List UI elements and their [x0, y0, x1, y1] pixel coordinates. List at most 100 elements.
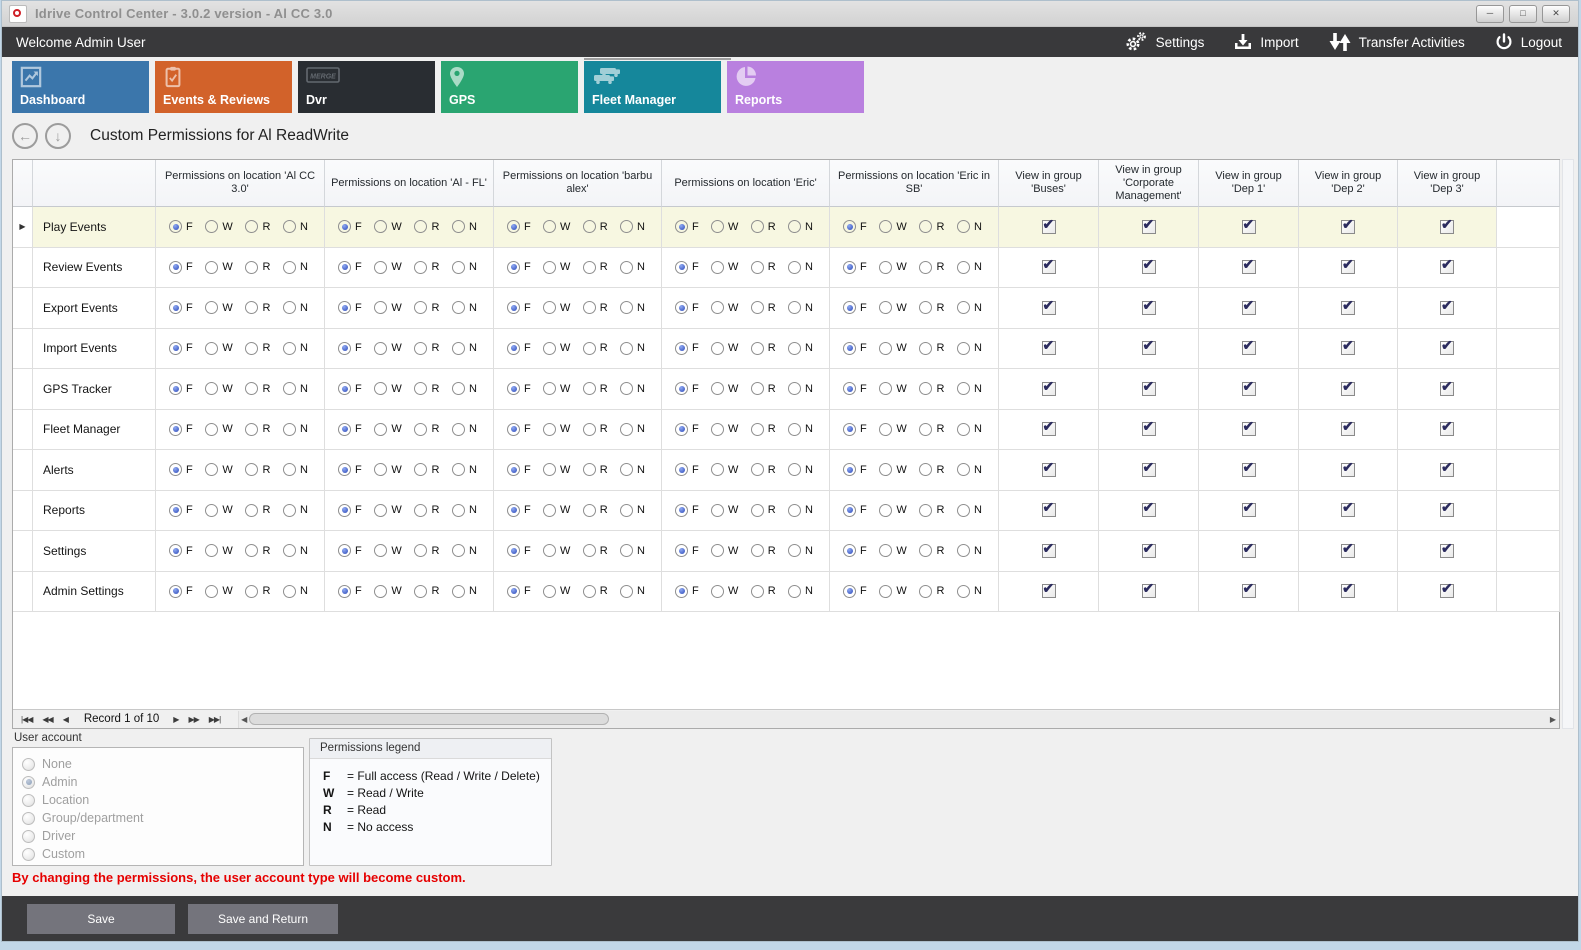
radio-unselected-icon[interactable]: [22, 758, 35, 771]
radio-unselected-icon[interactable]: [245, 220, 258, 233]
radio-option-w[interactable]: W: [543, 585, 570, 598]
radio-unselected-icon[interactable]: [245, 382, 258, 395]
radio-option-w[interactable]: W: [711, 463, 738, 476]
radio-unselected-icon[interactable]: [919, 382, 932, 395]
radio-unselected-icon[interactable]: [452, 261, 465, 274]
radio-unselected-icon[interactable]: [620, 220, 633, 233]
radio-option-r[interactable]: R: [751, 220, 776, 233]
radio-option-n[interactable]: N: [283, 423, 308, 436]
radio-unselected-icon[interactable]: [957, 220, 970, 233]
radio-option-r[interactable]: R: [919, 423, 944, 436]
radio-unselected-icon[interactable]: [620, 423, 633, 436]
tab-dashboard[interactable]: Dashboard: [12, 61, 149, 113]
radio-unselected-icon[interactable]: [414, 504, 427, 517]
radio-option-r[interactable]: R: [919, 504, 944, 517]
group-checkbox[interactable]: [1341, 220, 1355, 234]
user-account-option-location[interactable]: Location: [22, 791, 303, 809]
radio-option-f[interactable]: F: [507, 261, 531, 274]
toolbar-action-settings[interactable]: Settings: [1124, 31, 1205, 53]
radio-option-w[interactable]: W: [879, 261, 906, 274]
tab-gps[interactable]: GPS: [441, 61, 578, 113]
radio-unselected-icon[interactable]: [879, 544, 892, 557]
radio-unselected-icon[interactable]: [711, 504, 724, 517]
radio-unselected-icon[interactable]: [283, 342, 296, 355]
radio-unselected-icon[interactable]: [374, 504, 387, 517]
radio-option-w[interactable]: W: [205, 382, 232, 395]
tab-fleet-manager[interactable]: Fleet Manager: [584, 61, 721, 113]
radio-option-f[interactable]: F: [843, 220, 867, 233]
radio-option-w[interactable]: W: [711, 342, 738, 355]
radio-option-w[interactable]: W: [205, 261, 232, 274]
radio-selected-icon[interactable]: [675, 504, 688, 517]
radio-unselected-icon[interactable]: [452, 423, 465, 436]
radio-option-f[interactable]: F: [169, 261, 193, 274]
toolbar-action-import[interactable]: Import: [1234, 33, 1298, 51]
radio-option-n[interactable]: N: [620, 220, 645, 233]
radio-option-w[interactable]: W: [374, 382, 401, 395]
radio-unselected-icon[interactable]: [583, 423, 596, 436]
radio-option-w[interactable]: W: [205, 544, 232, 557]
radio-selected-icon[interactable]: [843, 504, 856, 517]
radio-option-f[interactable]: F: [675, 261, 699, 274]
radio-option-w[interactable]: W: [711, 423, 738, 436]
radio-option-r[interactable]: R: [583, 261, 608, 274]
radio-unselected-icon[interactable]: [245, 261, 258, 274]
radio-option-w[interactable]: W: [879, 585, 906, 598]
radio-selected-icon[interactable]: [675, 463, 688, 476]
radio-unselected-icon[interactable]: [543, 585, 556, 598]
radio-option-r[interactable]: R: [414, 382, 439, 395]
radio-unselected-icon[interactable]: [788, 261, 801, 274]
group-checkbox[interactable]: [1142, 503, 1156, 517]
radio-option-f[interactable]: F: [507, 463, 531, 476]
radio-option-n[interactable]: N: [452, 463, 477, 476]
radio-option-f[interactable]: F: [507, 382, 531, 395]
radio-option-n[interactable]: N: [620, 382, 645, 395]
group-checkbox[interactable]: [1341, 584, 1355, 598]
radio-unselected-icon[interactable]: [22, 830, 35, 843]
radio-option-r[interactable]: R: [245, 544, 270, 557]
radio-selected-icon[interactable]: [507, 382, 520, 395]
radio-option-f[interactable]: F: [169, 301, 193, 314]
radio-option-n[interactable]: N: [452, 261, 477, 274]
radio-option-w[interactable]: W: [879, 504, 906, 517]
save-and-return-button[interactable]: Save and Return: [188, 904, 338, 934]
radio-option-f[interactable]: F: [338, 220, 362, 233]
radio-option-n[interactable]: N: [788, 382, 813, 395]
radio-unselected-icon[interactable]: [543, 301, 556, 314]
radio-unselected-icon[interactable]: [205, 585, 218, 598]
radio-unselected-icon[interactable]: [414, 423, 427, 436]
radio-option-n[interactable]: N: [620, 301, 645, 314]
radio-option-n[interactable]: N: [620, 463, 645, 476]
radio-unselected-icon[interactable]: [879, 342, 892, 355]
radio-unselected-icon[interactable]: [751, 423, 764, 436]
radio-unselected-icon[interactable]: [583, 504, 596, 517]
radio-unselected-icon[interactable]: [583, 585, 596, 598]
radio-selected-icon[interactable]: [507, 220, 520, 233]
radio-unselected-icon[interactable]: [620, 544, 633, 557]
radio-option-n[interactable]: N: [620, 504, 645, 517]
group-checkbox[interactable]: [1042, 463, 1056, 477]
radio-unselected-icon[interactable]: [711, 220, 724, 233]
radio-option-n[interactable]: N: [452, 220, 477, 233]
radio-option-f[interactable]: F: [169, 220, 193, 233]
radio-option-r[interactable]: R: [583, 220, 608, 233]
radio-unselected-icon[interactable]: [374, 382, 387, 395]
radio-selected-icon[interactable]: [507, 504, 520, 517]
group-checkbox[interactable]: [1440, 301, 1454, 315]
group-checkbox[interactable]: [1341, 260, 1355, 274]
radio-option-r[interactable]: R: [919, 301, 944, 314]
radio-unselected-icon[interactable]: [751, 463, 764, 476]
radio-unselected-icon[interactable]: [374, 463, 387, 476]
record-next-button[interactable]: ▶: [173, 715, 178, 724]
radio-option-w[interactable]: W: [879, 220, 906, 233]
group-checkbox[interactable]: [1142, 422, 1156, 436]
radio-option-n[interactable]: N: [957, 382, 982, 395]
radio-option-n[interactable]: N: [452, 544, 477, 557]
radio-unselected-icon[interactable]: [22, 848, 35, 861]
radio-option-f[interactable]: F: [338, 504, 362, 517]
group-checkbox[interactable]: [1242, 584, 1256, 598]
radio-selected-icon[interactable]: [843, 261, 856, 274]
radio-option-w[interactable]: W: [711, 301, 738, 314]
group-checkbox[interactable]: [1142, 341, 1156, 355]
radio-unselected-icon[interactable]: [620, 342, 633, 355]
